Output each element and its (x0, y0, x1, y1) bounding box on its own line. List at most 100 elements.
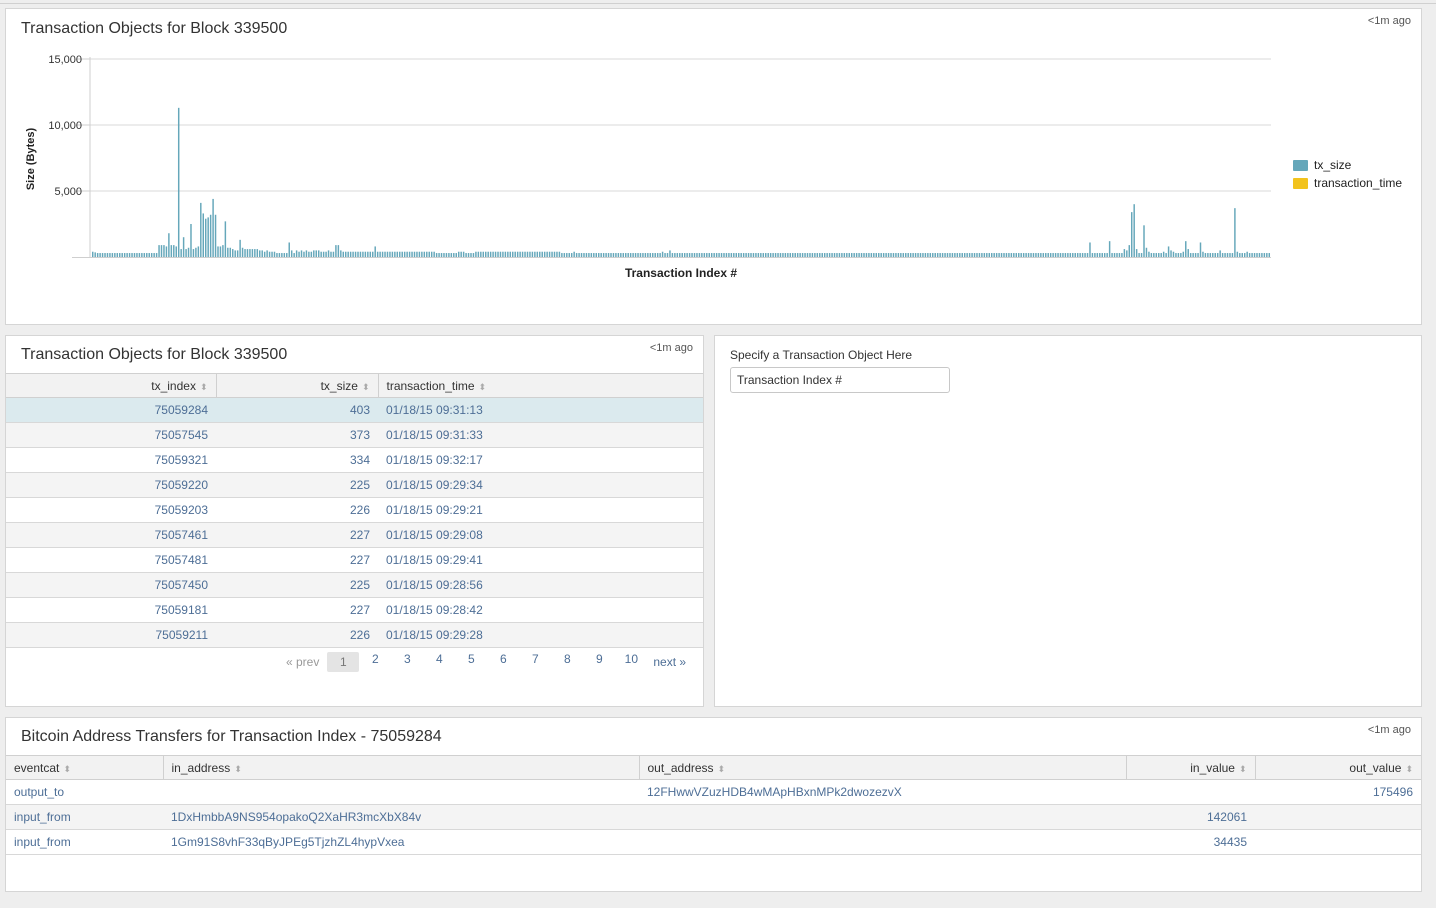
column-header-tx-size[interactable]: tx_size ⬍ (215, 373, 378, 398)
next-page-button[interactable]: next » (653, 655, 686, 669)
cell-transaction-time[interactable]: 01/18/15 09:29:28 (378, 622, 703, 648)
cell-transaction-time[interactable]: 01/18/15 09:31:33 (378, 422, 703, 448)
page-button-7[interactable]: 7 (519, 652, 551, 672)
cell-out-address[interactable] (639, 829, 1126, 855)
table-row[interactable]: 75059321 334 01/18/15 09:32:17 (6, 447, 703, 473)
cell-eventcat[interactable]: output_to (6, 779, 163, 805)
chart-panel: Transaction Objects for Block 339500 <1m… (5, 8, 1422, 325)
cell-tx-size[interactable]: 226 (216, 622, 378, 648)
page-button-9[interactable]: 9 (583, 652, 615, 672)
cell-transaction-time[interactable]: 01/18/15 09:32:17 (378, 447, 703, 473)
cell-out-value[interactable] (1255, 829, 1421, 855)
cell-in-address[interactable]: 1Gm91S8vhF33qByJPEg5TjzhZL4hypVxea (163, 829, 639, 855)
page-button-6[interactable]: 6 (487, 652, 519, 672)
cell-tx-index[interactable]: 75057450 (6, 572, 216, 598)
page-button-10[interactable]: 10 (615, 652, 647, 672)
transaction-index-input[interactable] (730, 367, 950, 393)
column-header-transaction-time[interactable]: transaction_time ⬍ (377, 373, 703, 398)
legend-item-tx-size[interactable]: tx_size (1293, 156, 1402, 174)
bar (605, 253, 607, 257)
cell-tx-index[interactable]: 75059284 (6, 397, 216, 423)
bar (1035, 253, 1037, 257)
cell-transaction-time[interactable]: 01/18/15 09:29:08 (378, 522, 703, 548)
column-header-out-address[interactable]: out_address ⬍ (638, 755, 1126, 780)
cell-tx-size[interactable]: 227 (216, 547, 378, 573)
cell-tx-size[interactable]: 227 (216, 522, 378, 548)
cell-tx-index[interactable]: 75059321 (6, 447, 216, 473)
sort-icon: ⬍ (478, 381, 487, 392)
page-button-4[interactable]: 4 (423, 652, 455, 672)
cell-in-value[interactable]: 142061 (1126, 804, 1255, 830)
cell-tx-index[interactable]: 75059181 (6, 597, 216, 623)
table-row[interactable]: 75059203 226 01/18/15 09:29:21 (6, 497, 703, 523)
bar (99, 253, 101, 257)
cell-tx-size[interactable]: 334 (216, 447, 378, 473)
table-row[interactable]: 75059181 227 01/18/15 09:28:42 (6, 597, 703, 623)
page-button-3[interactable]: 3 (391, 652, 423, 672)
table-row[interactable]: 75059220 225 01/18/15 09:29:34 (6, 472, 703, 498)
cell-in-address[interactable] (163, 779, 639, 805)
prev-page-button[interactable]: « prev (286, 655, 319, 669)
table-row[interactable]: input_from 1Gm91S8vhF33qByJPEg5TjzhZL4hyp… (6, 829, 1421, 855)
legend-item-transaction-time[interactable]: transaction_time (1293, 174, 1402, 192)
cell-tx-index[interactable]: 75057545 (6, 422, 216, 448)
cell-out-value[interactable]: 175496 (1255, 779, 1421, 805)
cell-eventcat[interactable]: input_from (6, 804, 163, 830)
cell-tx-index[interactable]: 75059211 (6, 622, 216, 648)
bar (892, 253, 895, 257)
table-row[interactable]: input_from 1DxHmbbA9NS954opakoQ2XaHR3mcXb… (6, 804, 1421, 830)
cell-tx-size[interactable]: 403 (216, 397, 378, 423)
bar (602, 253, 605, 257)
cell-tx-index[interactable]: 75057481 (6, 547, 216, 573)
cell-tx-index[interactable]: 75059203 (6, 497, 216, 523)
legend-label-transaction-time: transaction_time (1314, 176, 1403, 190)
cell-transaction-time[interactable]: 01/18/15 09:29:21 (378, 497, 703, 523)
cell-tx-size[interactable]: 227 (216, 597, 378, 623)
bar (661, 251, 664, 257)
cell-out-value[interactable] (1255, 804, 1421, 830)
cell-eventcat[interactable]: input_from (6, 829, 163, 855)
cell-tx-size[interactable]: 225 (216, 572, 378, 598)
column-header-eventcat[interactable]: eventcat ⬍ (6, 755, 163, 780)
table-row[interactable]: 75057450 225 01/18/15 09:28:56 (6, 572, 703, 598)
table-row[interactable]: 75057481 227 01/18/15 09:29:41 (6, 547, 703, 573)
table-row[interactable]: 75059284 403 01/18/15 09:31:13 (6, 397, 703, 423)
cell-tx-index[interactable]: 75059220 (6, 472, 216, 498)
bar (990, 253, 993, 257)
bar (777, 253, 779, 257)
cell-transaction-time[interactable]: 01/18/15 09:29:41 (378, 547, 703, 573)
bar (600, 253, 602, 257)
column-header-in-address[interactable]: in_address ⬍ (162, 755, 639, 780)
page-button-2[interactable]: 2 (359, 652, 391, 672)
table-row[interactable]: 75057461 227 01/18/15 09:29:08 (6, 522, 703, 548)
cell-in-address[interactable]: 1DxHmbbA9NS954opakoQ2XaHR3mcXbX84v (163, 804, 639, 830)
cell-tx-index[interactable]: 75057461 (6, 522, 216, 548)
cell-transaction-time[interactable]: 01/18/15 09:28:42 (378, 597, 703, 623)
cell-transaction-time[interactable]: 01/18/15 09:29:34 (378, 472, 703, 498)
column-header-out-value[interactable]: out_value ⬍ (1254, 755, 1421, 780)
cell-transaction-time[interactable]: 01/18/15 09:31:13 (378, 397, 703, 423)
bar (539, 251, 541, 257)
column-label: tx_size (320, 378, 358, 393)
bar (128, 253, 131, 257)
cell-in-value[interactable]: 34435 (1126, 829, 1255, 855)
bar (195, 247, 197, 257)
bar (656, 253, 659, 257)
cell-in-value[interactable] (1126, 779, 1255, 805)
cell-transaction-time[interactable]: 01/18/15 09:28:56 (378, 572, 703, 598)
bar (1052, 253, 1054, 257)
page-button-1[interactable]: 1 (327, 652, 360, 672)
column-header-in-value[interactable]: in_value ⬍ (1125, 755, 1255, 780)
table-row[interactable]: output_to 12FHwwVZuzHDB4wMApHBxnMPk2dwoze… (6, 779, 1421, 805)
bar (676, 253, 679, 257)
column-header-tx-index[interactable]: tx_index ⬍ (6, 373, 216, 398)
cell-out-address[interactable] (639, 804, 1126, 830)
cell-out-address[interactable]: 12FHwwVZuzHDB4wMApHBxnMPk2dwozezvX (639, 779, 1126, 805)
page-button-8[interactable]: 8 (551, 652, 583, 672)
cell-tx-size[interactable]: 225 (216, 472, 378, 498)
table-row[interactable]: 75057545 373 01/18/15 09:31:33 (6, 422, 703, 448)
cell-tx-size[interactable]: 226 (216, 497, 378, 523)
table-row[interactable]: 75059211 226 01/18/15 09:29:28 (6, 622, 703, 648)
page-button-5[interactable]: 5 (455, 652, 487, 672)
cell-tx-size[interactable]: 373 (216, 422, 378, 448)
